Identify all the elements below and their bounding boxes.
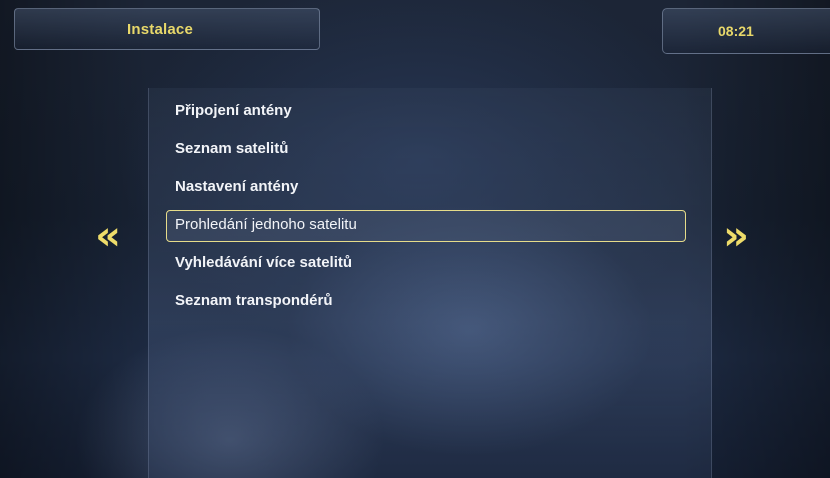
installation-menu: Připojení antény Seznam satelitů Nastave…: [166, 96, 686, 324]
page-title: Instalace: [127, 21, 194, 38]
menu-item-single-satellite-scan[interactable]: Prohledání jednoho satelitu: [166, 210, 686, 242]
menu-item-antenna-connection[interactable]: Připojení antény: [166, 96, 686, 128]
menu-item-multi-satellite-scan[interactable]: Vyhledávání více satelitů: [166, 248, 686, 280]
tv-menu-screen: Instalace 08:21 « » Připojení antény Sez…: [0, 0, 830, 478]
menu-item-antenna-settings[interactable]: Nastavení antény: [166, 172, 686, 204]
clock-time: 08:21: [718, 23, 754, 39]
next-page-arrow-icon[interactable]: »: [716, 216, 756, 260]
previous-page-arrow-icon[interactable]: «: [88, 216, 128, 260]
menu-item-satellite-list[interactable]: Seznam satelitů: [166, 134, 686, 166]
menu-item-transponder-list[interactable]: Seznam transpondérů: [166, 286, 686, 318]
header-title-panel: Instalace: [14, 8, 320, 50]
clock-panel: 08:21: [662, 8, 830, 54]
